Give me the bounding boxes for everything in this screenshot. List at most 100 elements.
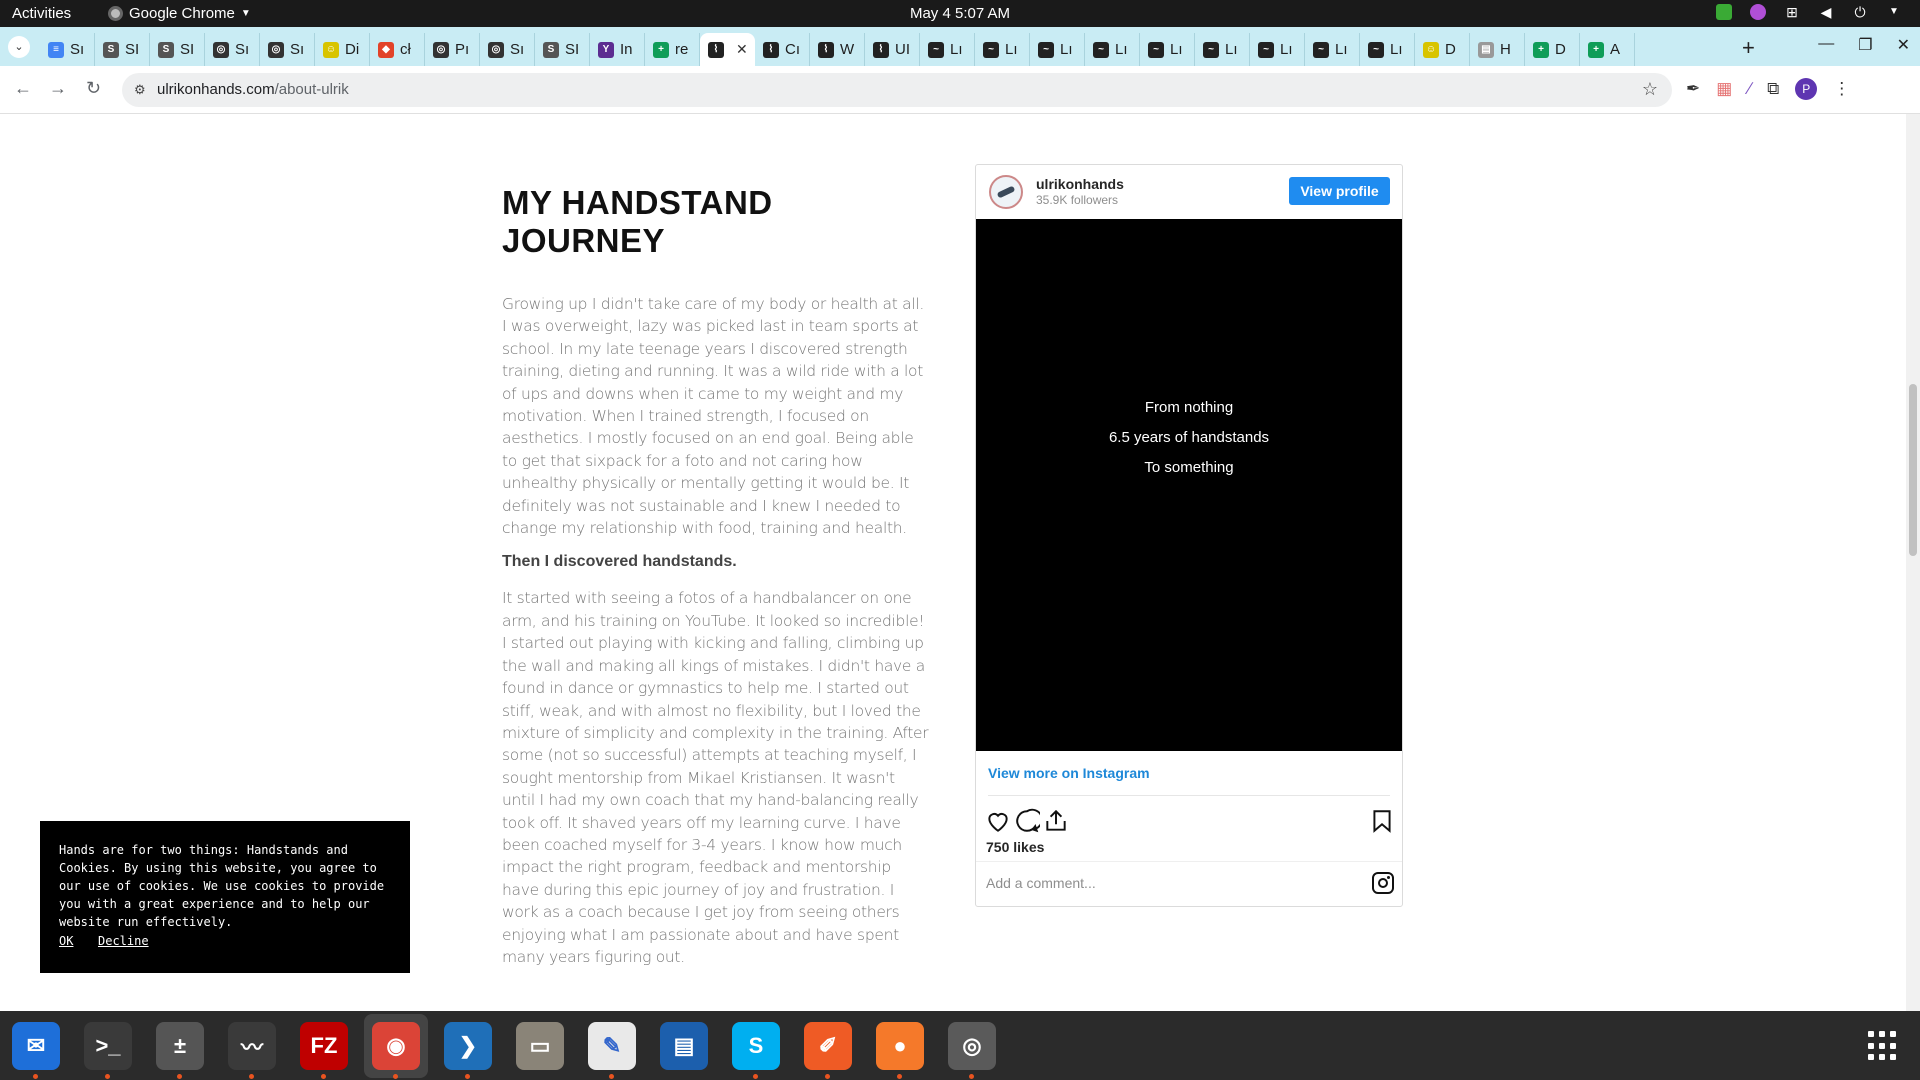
extensions-puzzle-icon[interactable]: ⧉ [1767,79,1779,99]
eyedropper-icon[interactable]: ✒ [1686,79,1700,99]
clock[interactable]: May 4 5:07 AM [0,5,1920,22]
chevron-down-icon[interactable]: ▼ [1886,4,1902,20]
tab[interactable]: ☺ Di [315,33,370,66]
cookie-ok-button[interactable]: OK [59,934,73,948]
snp-icon: S [103,41,119,58]
forward-icon[interactable]: → [49,78,67,99]
tab-search-button[interactable]: ⌄ [8,36,30,58]
page-title: MY HANDSTAND JOURNEY [502,184,773,259]
bookmark-star-icon[interactable]: ☆ [1642,79,1658,100]
instagram-video[interactable]: From nothing 6.5 years of handstands To … [976,219,1402,751]
power-icon[interactable]: ⏻ [1852,4,1868,20]
pen-extension-icon[interactable]: ∕ [1748,79,1751,99]
tab[interactable]: ◆ cł [370,33,425,66]
profile-avatar[interactable]: P [1795,78,1818,100]
tab[interactable]: + A [1580,33,1635,66]
instagram-logo-icon[interactable] [1372,872,1394,894]
chrome-icon[interactable]: ◉ [372,1022,420,1079]
comment-icon[interactable] [1014,808,1040,834]
tab[interactable]: ☺ D [1415,33,1470,66]
calculator-icon[interactable]: ± [156,1022,204,1079]
minimize-icon[interactable]: — [1818,35,1834,55]
url-text[interactable]: ulrikonhands.com/about-ulrik [157,81,349,98]
share-icon[interactable] [1043,808,1069,834]
close-tab-icon[interactable]: ✕ [736,41,748,58]
page-scrollbar[interactable] [1906,114,1920,1011]
tab[interactable]: ~ Lı [920,33,975,66]
instagram-actions [985,808,1395,836]
tab[interactable]: ◎ Sı [260,33,315,66]
bookmark-icon[interactable] [1369,808,1395,834]
tab[interactable]: ~ Lı [1250,33,1305,66]
files-icon[interactable]: ▭ [516,1022,564,1070]
thunderbird-icon[interactable]: ✉ [12,1022,60,1079]
tab[interactable]: ~ Lı [1195,33,1250,66]
follower-count: 35.9K followers [1036,193,1119,207]
filezilla-icon[interactable]: FZ [300,1022,348,1079]
heart-icon[interactable] [985,808,1011,834]
writer-icon[interactable]: ▤ [660,1022,708,1070]
tab-label: SI [180,41,195,58]
scrollbar-thumb[interactable] [1909,384,1917,556]
close-icon[interactable]: ✕ [1897,35,1910,55]
tab[interactable]: ~ Lı [1085,33,1140,66]
tab[interactable]: ⌇ Cı [755,33,810,66]
text-editor-icon[interactable]: ✎ [588,1022,636,1079]
tab[interactable]: + D [1525,33,1580,66]
tab[interactable]: ~ Lı [1360,33,1415,66]
sheets-icon: + [1533,41,1549,58]
show-apps-icon[interactable] [1868,1031,1898,1061]
tab[interactable]: ≡ Sı [40,33,95,66]
color-picker-icon[interactable] [1750,4,1766,20]
divider [988,795,1390,796]
new-tab-button[interactable]: + [1742,35,1755,61]
view-more-link[interactable]: View more on Instagram [988,765,1150,781]
tab-label: W [840,41,855,58]
tab-active[interactable]: ⌇ ✕ [700,33,755,66]
postman-icon[interactable]: ✐ [804,1022,852,1079]
skype-icon[interactable]: S [732,1022,780,1079]
view-profile-button[interactable]: View profile [1289,177,1390,205]
tab[interactable]: ~ Lı [1140,33,1195,66]
calendar-extension-icon[interactable]: ▦ [1716,79,1732,99]
system-monitor-icon[interactable]: 〰 [228,1022,276,1079]
comment-input[interactable]: Add a comment... [986,875,1096,891]
menu-kebab-icon[interactable]: ⋮ [1833,79,1850,99]
tab[interactable]: ▤ H [1470,33,1525,66]
volume-icon[interactable]: ◀ [1818,4,1834,20]
site-info-icon[interactable]: ⚙ [134,82,146,98]
loom-icon: ~ [1258,41,1274,58]
back-icon[interactable]: ← [14,78,32,99]
instagram-username[interactable]: ulrikonhands [1036,176,1124,192]
tab[interactable]: ◎ Pı [425,33,480,66]
avatar[interactable] [989,175,1023,209]
tab[interactable]: S SI [95,33,150,66]
tab[interactable]: ~ Lı [1030,33,1085,66]
tab[interactable]: Y In [590,33,645,66]
restore-icon[interactable]: ❐ [1858,35,1872,55]
tab[interactable]: S SI [150,33,205,66]
network-icon[interactable]: ⊞ [1784,4,1800,20]
video-caption-line: To something [1144,459,1234,476]
tab[interactable]: ◎ Sı [205,33,260,66]
disk-icon[interactable]: ◎ [948,1022,996,1079]
tab-label: Lı [1225,41,1238,58]
tab[interactable]: ◎ Sı [480,33,535,66]
tab[interactable]: S SI [535,33,590,66]
tab[interactable]: ~ Lı [975,33,1030,66]
tab[interactable]: ~ Lı [1305,33,1360,66]
blender-icon[interactable]: ● [876,1022,924,1079]
tab[interactable]: + re [645,33,700,66]
gitlab-icon: ◆ [378,41,394,58]
tab[interactable]: ⌇ W [810,33,865,66]
update-icon[interactable] [1716,4,1732,20]
tab[interactable]: ⌇ UI [865,33,920,66]
terminal-icon[interactable]: >_ [84,1022,132,1079]
tab-label: Lı [1170,41,1183,58]
vscode-icon[interactable]: ❯ [444,1022,492,1079]
address-bar[interactable]: ⚙ ulrikonhands.com/about-ulrik ☆ [122,73,1672,107]
cookie-decline-button[interactable]: Decline [98,934,149,948]
tab-label: Cı [785,41,800,58]
system-tray[interactable]: ⊞ ◀ ⏻ ▼ [1716,4,1902,20]
reload-icon[interactable]: ↻ [86,78,101,99]
